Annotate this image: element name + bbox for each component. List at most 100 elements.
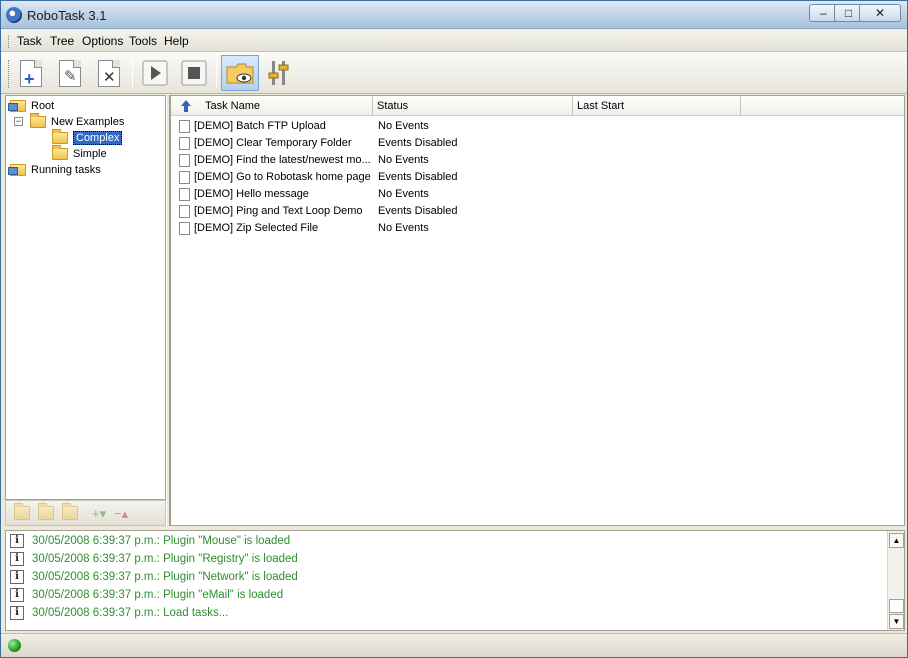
info-icon: i [10, 606, 24, 620]
log-text: 30/05/2008 6:39:37 p.m.: Plugin "eMail" … [32, 589, 284, 601]
menu-tree[interactable]: Tree [50, 34, 74, 48]
task-row[interactable]: [DEMO] Go to Robotask home page Events D… [175, 169, 895, 186]
edit-task-button[interactable]: ✎ [53, 56, 87, 90]
stop-icon [181, 60, 207, 86]
task-name: [DEMO] Clear Temporary Folder [194, 137, 352, 149]
watch-folder-button[interactable] [221, 55, 259, 91]
close-button[interactable]: ✕ [859, 4, 901, 22]
task-name: [DEMO] Zip Selected File [194, 222, 319, 234]
toolbar-separator [132, 58, 133, 88]
tree-item-label: Root [31, 99, 55, 112]
task-status: No Events [378, 188, 429, 200]
menu-task[interactable]: Task [17, 34, 42, 48]
task-list: Task Name Status Last Start [DEMO] Batch… [170, 95, 905, 526]
info-icon: i [10, 534, 24, 548]
task-name: [DEMO] Hello message [194, 188, 309, 200]
tree-item-label: Complex [73, 130, 123, 145]
toolbar-separator [216, 58, 217, 88]
running-tasks-icon [8, 163, 26, 176]
column-last-start[interactable]: Last Start [573, 96, 741, 116]
task-status: No Events [378, 154, 429, 166]
tree-item-label: New Examples [51, 115, 125, 128]
log-entry: i 30/05/2008 6:39:37 p.m.: Plugin "Regis… [10, 550, 298, 568]
document-plus-icon: + [20, 59, 42, 89]
log-entry: i 30/05/2008 6:39:37 p.m.: Plugin "Netwo… [10, 568, 298, 586]
folder-icon [52, 144, 68, 160]
log-panel: i 30/05/2008 6:39:37 p.m.: Plugin "Mouse… [5, 530, 905, 631]
settings-button[interactable] [262, 56, 296, 90]
status-bar [1, 633, 907, 657]
menu-grip[interactable] [8, 35, 11, 48]
task-document-icon [179, 137, 190, 150]
delete-folder-icon[interactable] [38, 503, 54, 520]
log-scrollbar[interactable]: ▲ ▼ [887, 531, 904, 630]
scroll-down-icon[interactable]: ▼ [889, 614, 904, 629]
tree-item-new-examples[interactable]: New Examples [30, 112, 125, 129]
task-name: [DEMO] Find the latest/newest mo... [194, 154, 371, 166]
menu-tools[interactable]: Tools [129, 34, 157, 48]
column-task-name[interactable]: Task Name [171, 96, 373, 116]
document-x-icon: ✕ [98, 59, 120, 87]
tree-item-complex[interactable]: Complex [52, 128, 123, 145]
menu-bar: Task Tree Options Tools Help [1, 30, 907, 52]
log-entry: i 30/05/2008 6:39:37 p.m.: Load tasks... [10, 604, 228, 622]
document-pencil-icon: ✎ [59, 59, 81, 87]
task-row[interactable]: [DEMO] Clear Temporary Folder Events Dis… [175, 135, 895, 152]
column-status[interactable]: Status [373, 96, 573, 116]
status-led-icon [8, 639, 21, 652]
tree-item-label: Running tasks [31, 163, 101, 176]
tree-item-simple[interactable]: Simple [52, 144, 107, 161]
root-folder-icon [8, 99, 26, 112]
task-document-icon [179, 120, 190, 133]
scroll-thumb[interactable] [889, 599, 904, 613]
task-status: No Events [378, 120, 429, 132]
task-document-icon [179, 171, 190, 184]
task-document-icon [179, 188, 190, 201]
new-task-button[interactable]: + [14, 56, 48, 90]
info-icon: i [10, 588, 24, 602]
info-icon: i [10, 570, 24, 584]
scroll-up-icon[interactable]: ▲ [889, 533, 904, 548]
robotask-logo-icon [6, 7, 22, 23]
folder-tree: Root − New Examples Complex Simple Runni… [5, 95, 166, 500]
column-label: Task Name [205, 100, 261, 112]
run-task-button[interactable] [138, 56, 172, 90]
window-title: RoboTask 3.1 [27, 8, 107, 23]
task-row[interactable]: [DEMO] Zip Selected File No Events [175, 220, 895, 237]
toolbar-grip[interactable] [8, 60, 11, 88]
collapse-icon[interactable]: − [14, 117, 23, 126]
task-row[interactable]: [DEMO] Hello message No Events [175, 186, 895, 203]
log-entry: i 30/05/2008 6:39:37 p.m.: Plugin "eMail… [10, 586, 283, 604]
log-text: 30/05/2008 6:39:37 p.m.: Load tasks... [32, 607, 229, 619]
log-text: 30/05/2008 6:39:37 p.m.: Plugin "Mouse" … [32, 535, 291, 547]
stop-task-button[interactable] [177, 56, 211, 90]
menu-options[interactable]: Options [82, 34, 123, 48]
tree-item-root[interactable]: Root [8, 98, 55, 113]
expand-all-icon[interactable]: +▾ [92, 506, 108, 521]
add-folder-icon[interactable] [14, 503, 30, 520]
task-row[interactable]: [DEMO] Find the latest/newest mo... No E… [175, 152, 895, 169]
folder-eye-icon [226, 63, 254, 84]
title-bar[interactable]: RoboTask 3.1 – □ ✕ [1, 1, 907, 29]
task-row[interactable]: [DEMO] Ping and Text Loop Demo Events Di… [175, 203, 895, 220]
task-name: [DEMO] Batch FTP Upload [194, 120, 326, 132]
app-window: RoboTask 3.1 – □ ✕ Task Tree Options Too… [0, 0, 908, 658]
info-icon: i [10, 552, 24, 566]
toolbar: + ✎ ✕ [1, 52, 907, 94]
log-entry: i 30/05/2008 6:39:37 p.m.: Plugin "Mouse… [10, 532, 290, 550]
tree-toolbar: +▾ −▴ [5, 500, 166, 526]
task-document-icon [179, 222, 190, 235]
rename-folder-icon[interactable] [62, 503, 78, 520]
menu-help[interactable]: Help [164, 34, 189, 48]
task-document-icon [179, 154, 190, 167]
delete-task-button[interactable]: ✕ [92, 56, 126, 90]
task-name: [DEMO] Ping and Text Loop Demo [194, 205, 363, 217]
collapse-all-icon[interactable]: −▴ [114, 506, 130, 521]
play-icon [142, 60, 168, 86]
sliders-icon [268, 61, 289, 85]
task-row[interactable]: [DEMO] Batch FTP Upload No Events [175, 118, 895, 135]
folder-open-icon [30, 112, 46, 128]
sort-ascending-icon [181, 100, 191, 112]
log-text: 30/05/2008 6:39:37 p.m.: Plugin "Network… [32, 571, 298, 583]
tree-item-running-tasks[interactable]: Running tasks [8, 162, 101, 177]
